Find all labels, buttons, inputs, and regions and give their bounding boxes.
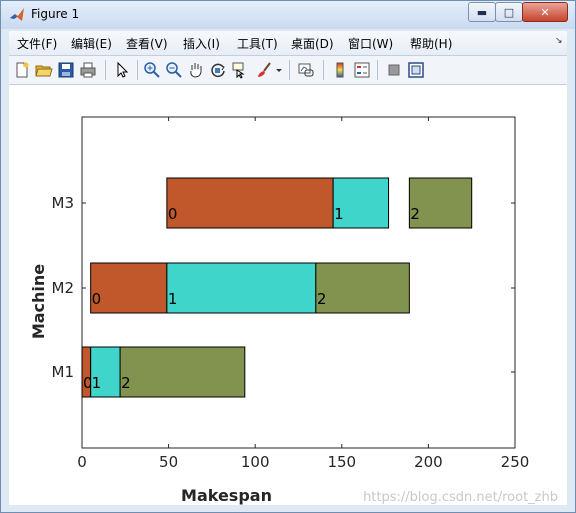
minimize-button[interactable]: ▬ [468,2,496,22]
minimize-icon: ▬ [476,5,488,19]
menu-file[interactable]: 文件(F) [17,35,57,52]
x-tick-label: 150 [327,453,356,471]
menu-overflow-icon[interactable]: ↘ [555,36,563,46]
menu-window[interactable]: 窗口(W) [348,35,393,52]
hide-plot-tools-icon[interactable] [385,61,403,79]
watermark-text: https://blog.csdn.net/root_zhb [363,490,558,505]
y-axis-label: Machine [29,264,48,339]
bar-job-label: 0 [168,205,178,223]
bar-job-label: 2 [317,290,327,308]
new-figure-icon[interactable] [13,61,31,79]
menu-insert[interactable]: 插入(I) [183,35,220,52]
menu-bar: 文件(F) 编辑(E) 查看(V) 插入(I) 工具(T) 桌面(D) 窗口(W… [9,31,567,56]
x-tick-label: 0 [77,453,87,471]
brush-dropdown-icon[interactable] [275,61,283,79]
data-cursor-icon[interactable] [231,61,249,79]
gantt-bar[interactable] [315,262,410,314]
print-icon[interactable] [79,61,97,79]
y-tick-label: M1 [52,363,75,381]
x-tick-label: 250 [501,453,530,471]
figure-window: Figure 1 ▬ □ ✕ 文件(F) 编辑(E) 查看(V) 插入(I) 工… [0,0,576,513]
toolbar-separator [137,60,138,80]
menu-tools[interactable]: 工具(T) [237,35,278,52]
menu-desktop[interactable]: 桌面(D) [291,35,334,52]
open-file-icon[interactable] [35,61,53,79]
toolbar-separator [323,60,324,80]
zoom-out-icon[interactable] [165,61,183,79]
menu-help[interactable]: 帮助(H) [410,35,452,52]
bar-job-label: 2 [121,374,131,392]
save-icon[interactable] [57,61,75,79]
maximize-icon: □ [503,5,515,19]
bar-job-label: 0 [92,290,102,308]
gantt-chart[interactable]: 0 50 100 150 200 250M1M2M30 1 20 1 20 1 2MakespanMa… [9,85,567,505]
menu-view[interactable]: 查看(V) [126,35,168,52]
bar-job-label: 1 [92,374,102,392]
colorbar-icon[interactable] [331,61,349,79]
rotate-3d-icon[interactable] [209,61,227,79]
window-title: Figure 1 [31,7,80,21]
matlab-logo-icon [10,8,24,21]
x-tick-label: 100 [241,453,270,471]
gantt-bar[interactable] [166,262,317,314]
bar-job-label: 2 [410,205,420,223]
title-bar[interactable]: Figure 1 ▬ □ ✕ [1,1,575,29]
x-axis-label: Makespan [181,486,272,505]
y-tick-label: M3 [52,194,75,212]
close-icon: ✕ [540,5,550,19]
gantt-bar[interactable] [166,177,334,229]
close-button[interactable]: ✕ [522,2,568,22]
gantt-bar[interactable] [90,262,168,314]
legend-icon[interactable] [353,61,371,79]
toolbar-separator [105,60,106,80]
maximize-button[interactable]: □ [495,2,523,22]
x-tick-label: 200 [414,453,443,471]
bar-job-label: 1 [168,290,178,308]
zoom-in-icon[interactable] [143,61,161,79]
figure-canvas: 0 50 100 150 200 250 M1 M2 M3 0 1 2 0 1 2 0 1 2 Makespan Ma… [9,85,567,505]
link-plot-icon[interactable] [297,61,315,79]
menu-edit[interactable]: 编辑(E) [71,35,112,52]
toolbar-separator [377,60,378,80]
figure-toolbar [9,56,567,85]
gantt-bar[interactable] [119,346,246,398]
select-arrow-icon[interactable] [113,61,131,79]
y-tick-label: M2 [52,279,75,297]
pan-hand-icon[interactable] [187,61,205,79]
bar-job-label: 1 [334,205,344,223]
toolbar-separator [289,60,290,80]
x-tick-label: 50 [159,453,178,471]
show-plot-tools-icon[interactable] [407,61,425,79]
brush-icon[interactable] [255,61,273,79]
